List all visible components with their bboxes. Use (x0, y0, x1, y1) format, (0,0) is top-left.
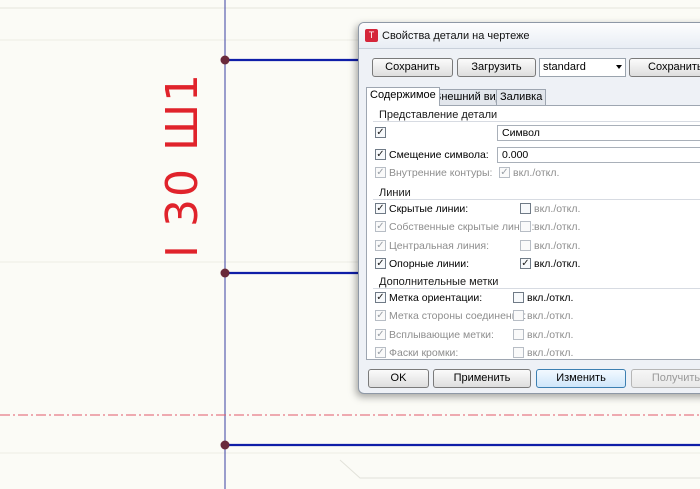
row-checkbox[interactable]: ✓ (375, 258, 386, 269)
preset-select-value: standard (543, 61, 586, 73)
toggle-checkbox[interactable] (513, 347, 524, 358)
load-button[interactable]: Загрузить (457, 58, 536, 77)
toggle-checkbox[interactable] (520, 240, 531, 251)
toggle-label: вкл./откл. (527, 347, 574, 359)
toggle-checkbox[interactable] (513, 310, 524, 321)
ok-button[interactable]: OK (368, 369, 429, 388)
group-title-part-representation: Представление детали (379, 109, 498, 121)
toggle-checkbox[interactable]: ✓ (499, 167, 510, 178)
orientation-mark-label: Метка ориентации: (389, 292, 483, 304)
row-checkbox[interactable]: ✓ (375, 292, 386, 303)
tekla-icon: T (365, 29, 378, 42)
save-as-button[interactable]: Сохранить ка (629, 58, 700, 77)
modify-button[interactable]: Изменить (536, 369, 626, 388)
dialog-titlebar[interactable]: T Свойства детали на чертеже (359, 23, 700, 49)
apply-button[interactable]: Применить (433, 369, 531, 388)
toggle-label: вкл./откл. (527, 310, 574, 322)
part-properties-dialog: T Свойства детали на чертеже Сохранить З… (358, 22, 700, 394)
own-hidden-lines-label: Собственные скрытые линии: (389, 221, 535, 233)
toggle-checkbox[interactable]: ✓ (520, 258, 531, 269)
toggle-checkbox[interactable] (520, 203, 531, 214)
hidden-lines-label: Скрытые линии: (389, 203, 469, 215)
symbol-offset-label: Смещение символа: (389, 149, 489, 161)
node-point (220, 268, 230, 278)
node-point (220, 440, 230, 450)
edge-chamfers-label: Фаски кромки: (389, 347, 459, 359)
toggle-label: вкл./откл. (534, 203, 581, 215)
toggle-checkbox[interactable] (513, 292, 524, 303)
row-checkbox[interactable]: ✓ (375, 149, 386, 160)
toggle-label: вкл./откл. (527, 292, 574, 304)
profile-mark[interactable]: I 30 Ш1 (157, 72, 208, 258)
symbol-offset-field[interactable]: 0.000 (497, 147, 700, 163)
toggle-checkbox[interactable] (520, 221, 531, 232)
row-checkbox[interactable]: ✓ (375, 329, 386, 340)
tab-content[interactable]: Содержимое (366, 87, 440, 106)
row-checkbox[interactable]: ✓ (375, 347, 386, 358)
row-checkbox[interactable]: ✓ (375, 240, 386, 251)
preset-select[interactable]: standard (539, 58, 626, 77)
row-checkbox[interactable]: ✓ (375, 221, 386, 232)
save-button[interactable]: Сохранить (372, 58, 453, 77)
reference-lines-label: Опорные линии: (389, 258, 470, 270)
chevron-down-icon (616, 65, 622, 69)
connection-side-mark-label: Метка стороны соединения: (389, 310, 527, 322)
grid-line (339, 459, 700, 479)
group-divider (373, 199, 700, 200)
group-divider (373, 288, 700, 289)
row-checkbox[interactable]: ✓ (375, 127, 386, 138)
group-title-extra-marks: Дополнительные метки (379, 276, 499, 288)
center-line-label: Центральная линия: (389, 240, 489, 252)
toggle-label: вкл./откл. (534, 240, 581, 252)
group-divider (373, 121, 700, 122)
toggle-label: вкл./откл. (513, 167, 560, 179)
group-title-lines: Линии (379, 187, 411, 199)
inner-contours-label: Внутренние контуры: (389, 167, 493, 179)
row-checkbox[interactable]: ✓ (375, 203, 386, 214)
toggle-label: вкл./откл. (534, 221, 581, 233)
tab-appearance[interactable]: Внешний вид (430, 89, 507, 105)
get-button[interactable]: Получить (631, 369, 700, 388)
toggle-label: вкл./откл. (527, 329, 574, 341)
dialog-title: Свойства детали на чертеже (382, 30, 530, 42)
tab-panel-content: Представление детали ✓ Символ ✓ Смещение… (366, 105, 700, 360)
tab-fill[interactable]: Заливка (496, 89, 547, 105)
toggle-checkbox[interactable] (513, 329, 524, 340)
toggle-label: вкл./откл. (534, 258, 581, 270)
representation-field[interactable]: Символ (497, 125, 700, 141)
popup-marks-label: Всплывающие метки: (389, 329, 494, 341)
row-checkbox[interactable]: ✓ (375, 167, 386, 178)
node-point (220, 55, 230, 65)
profile-mark-text: I 30 Ш1 (157, 72, 208, 258)
row-checkbox[interactable]: ✓ (375, 310, 386, 321)
